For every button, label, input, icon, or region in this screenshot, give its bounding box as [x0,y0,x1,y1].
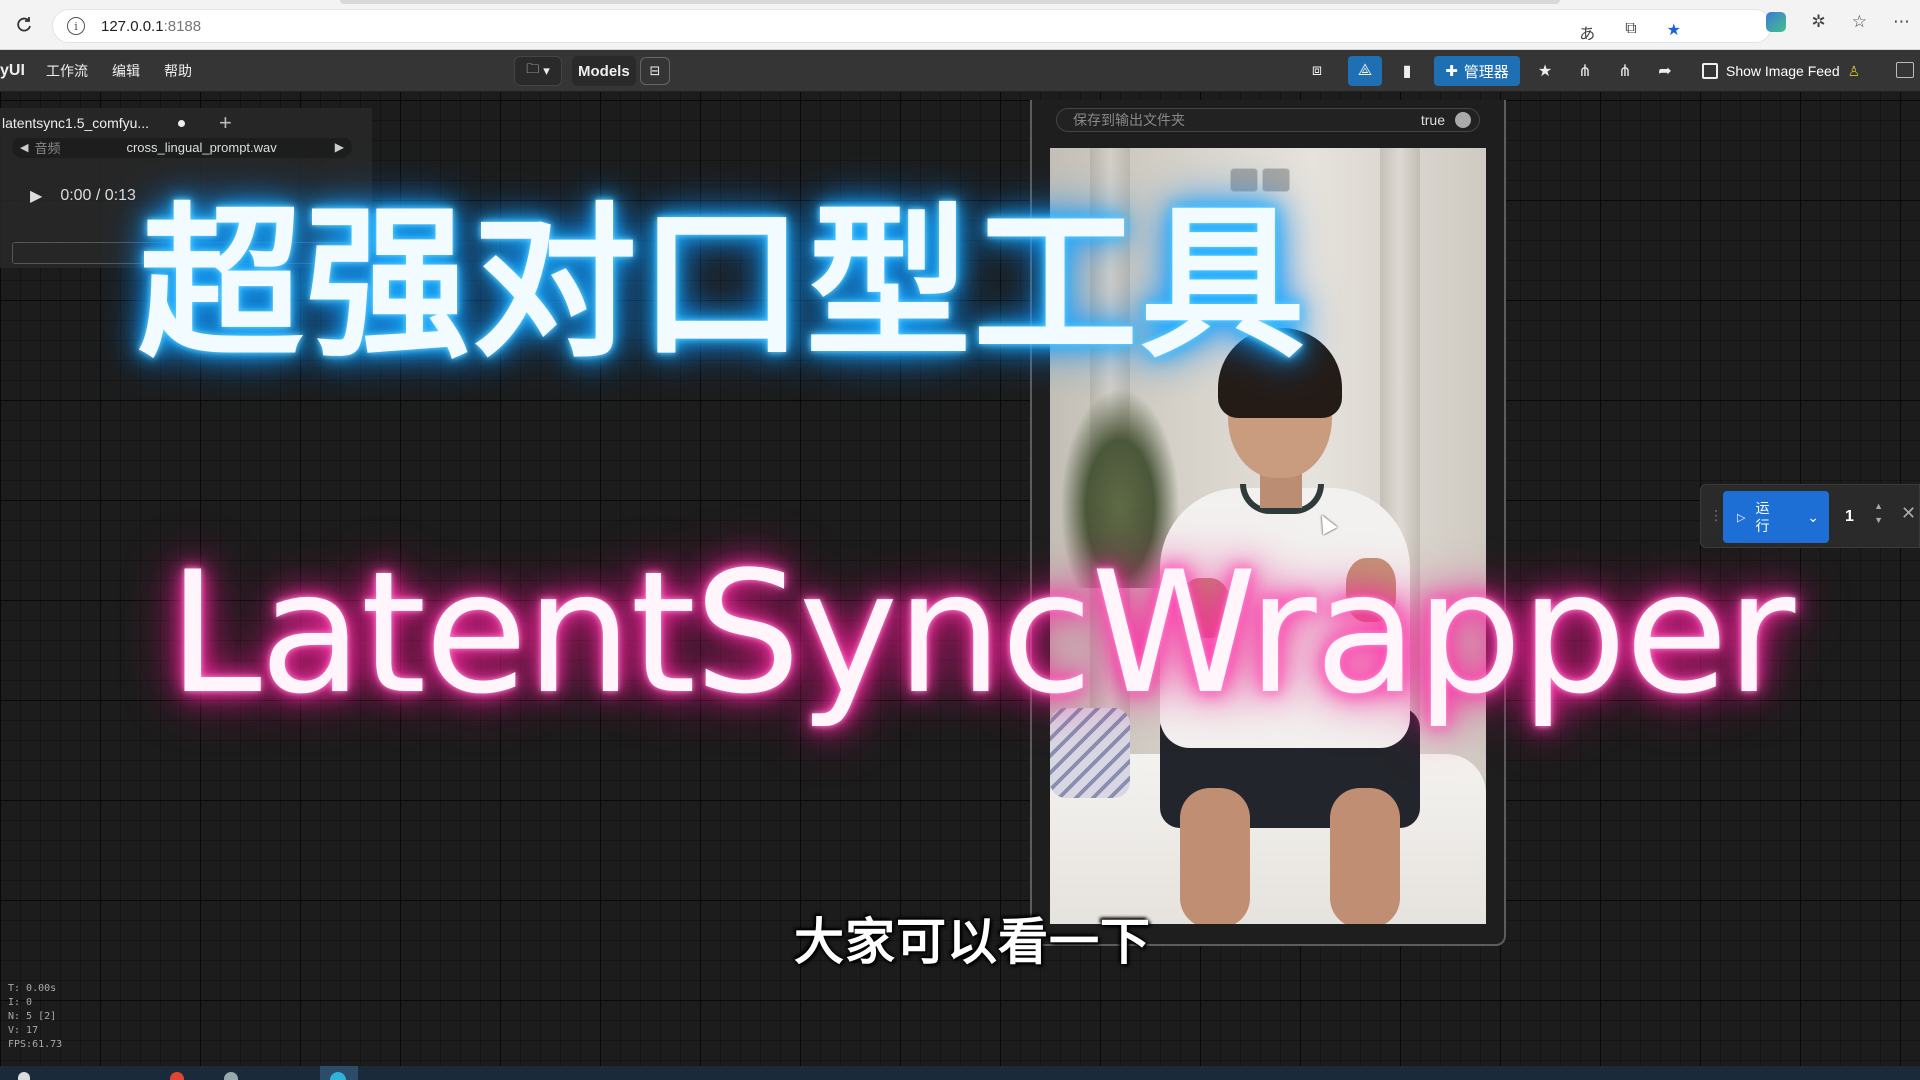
new-tab-icon[interactable]: + [219,110,232,136]
audio-time: 0:00 / 0:13 [60,187,136,204]
menu-help[interactable]: 帮助 [164,61,192,81]
crystools-icon[interactable]: ⟁ [1348,56,1382,86]
stat-line: FPS:61.73 [8,1039,63,1050]
workflow-folder-button[interactable]: 🗀 ▾ [514,56,562,86]
menu-workflow[interactable]: 工作流 [46,61,88,81]
stat-line: N: 5 [2] [8,1011,57,1022]
overlay-title-cn: 超强对口型工具 [138,188,1307,380]
models-button[interactable]: Models [572,56,636,86]
menu-edit[interactable]: 编辑 [112,61,140,81]
chevron-down-icon: ▾ [543,63,550,78]
save-icon[interactable]: ⊟ [640,57,670,85]
folder-icon: 🗀 [526,61,540,76]
address-bar[interactable]: i 127.0.0.1:8188 あ ⧉ ★ [52,9,1772,43]
stat-line: I: 0 [8,997,33,1008]
reload-icon[interactable] [12,13,36,37]
taskbar-app-icon[interactable] [170,1072,184,1080]
render-stats: T: 0.00s I: 0 N: 5 [2] V: 17 FPS:61.73 [8,982,62,1052]
url-text: 127.0.0.1:8188 [101,17,202,35]
translate-icon[interactable]: あ [1579,20,1595,44]
play-icon[interactable]: ▶ [30,186,42,206]
favorites-icon[interactable]: ☆ [1852,12,1867,32]
run-options-chevron-icon[interactable]: ⌄ [1807,509,1819,526]
save-output-label: 保存到输出文件夹 [1073,112,1185,128]
overlay-title-en: LatentSyncWrapper [168,535,1795,731]
feed-status-icon: ♙ [1847,62,1861,79]
share-chart-alt-icon[interactable]: ⋔ [1608,56,1642,86]
side-panel-toggle-icon[interactable] [1896,62,1914,78]
image-feed-icon [1702,63,1718,79]
share-arrow-icon[interactable]: ➦ [1648,56,1682,86]
run-label: 运行 [1755,500,1770,534]
manager-label: 管理器 [1463,63,1509,81]
star-icon[interactable]: ★ [1528,56,1562,86]
puzzle-icon: ✚ [1445,63,1458,80]
audio-player: ▶ 0:00 / 0:13 [30,186,136,206]
workflow-tab[interactable]: latentsync1.5_comfyu... + [0,108,372,138]
app-logo: yUI [0,61,25,79]
leg [1180,788,1250,924]
stepper-icon[interactable]: ▲ ▼ [1874,499,1883,527]
bookmark-icon[interactable]: ▮ [1390,56,1424,86]
browser-toolbar: i 127.0.0.1:8188 あ ⧉ ★ ✲ ☆ ⋯ [0,0,1920,50]
app-menu-bar: yUI 工作流 编辑 帮助 🗀 ▾ Models ⊟ ⧈ ⟁ ▮ ✚ 管理器 ★ … [0,50,1920,92]
run-play-icon: ▷ [1737,511,1746,524]
node-graph-icon[interactable]: ⧈ [1300,56,1334,86]
extensions-puzzle-icon[interactable]: ✲ [1812,12,1826,32]
close-icon[interactable]: ✕ [1901,503,1916,524]
site-info-icon[interactable]: i [67,17,85,35]
combo-prev-icon[interactable]: ◀ [20,141,28,154]
browser-extensions: ✲ ☆ ⋯ [1765,12,1910,32]
open-in-app-icon[interactable]: ⧉ [1625,20,1636,44]
image-feed-button[interactable]: Show Image Feed ♙ [1702,56,1860,86]
save-output-toggle[interactable]: 保存到输出文件夹 true [1056,108,1480,132]
bookmark-star-icon[interactable]: ★ [1667,20,1681,44]
address-bar-actions: あ ⧉ ★ [1579,20,1681,44]
taskbar-app-icon[interactable] [18,1072,30,1080]
more-menu-icon[interactable]: ⋯ [1893,12,1910,32]
taskbar-app-icon[interactable] [224,1072,238,1080]
share-chart-icon[interactable]: ⋔ [1568,56,1602,86]
save-output-value: true [1420,112,1445,128]
toggle-knob[interactable] [1455,112,1471,128]
extension-icon[interactable] [1765,12,1786,32]
stat-line: V: 17 [8,1025,39,1036]
unsaved-indicator [178,119,185,127]
stat-line: T: 0.00s [8,983,57,994]
leg [1330,788,1400,924]
combo-label: 音频 [34,140,61,156]
video-subtitle: 大家可以看一下 [794,914,1151,970]
tab-strip-edge [340,0,1560,4]
workflow-tab-name: latentsync1.5_comfyu... [2,115,150,131]
batch-count-value: 1 [1845,508,1854,525]
taskbar [0,1066,1920,1080]
batch-count-input[interactable]: 1 ▲ ▼ [1837,497,1887,537]
image-feed-label: Show Image Feed [1726,63,1840,79]
manager-button[interactable]: ✚ 管理器 [1434,56,1520,86]
